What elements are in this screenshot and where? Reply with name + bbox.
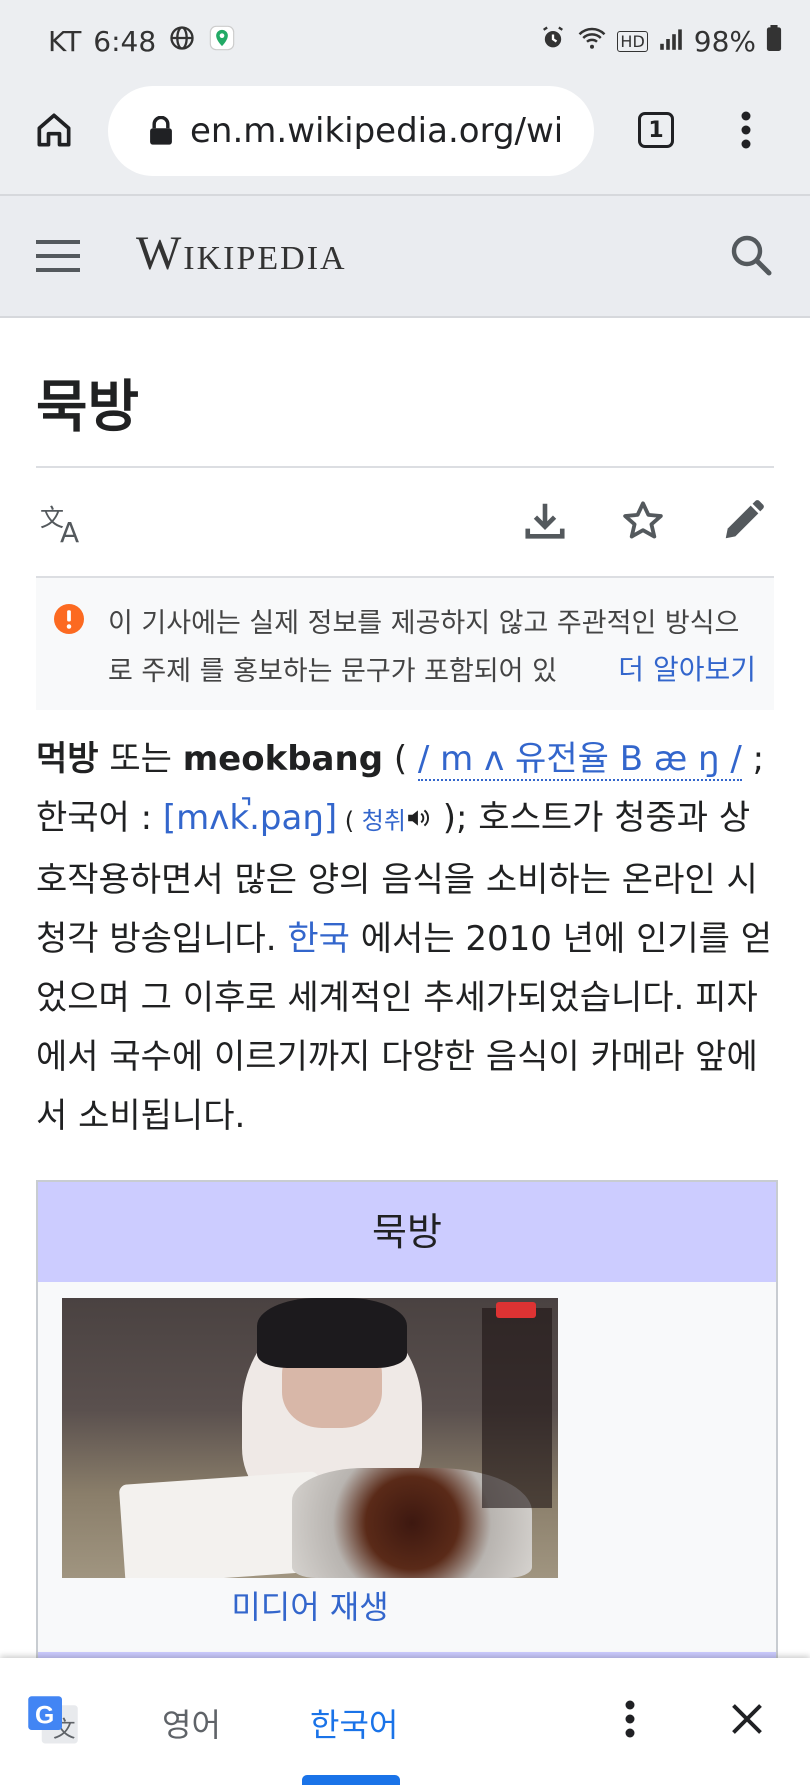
- watch-star-button[interactable]: [618, 496, 668, 546]
- search-button[interactable]: [724, 228, 778, 282]
- close-icon: [732, 1704, 762, 1734]
- map-pin-app-icon: [208, 24, 236, 59]
- battery-icon: [766, 25, 782, 58]
- play-media-link[interactable]: 미디어 재생: [38, 1582, 558, 1628]
- mukbang-video-thumbnail[interactable]: [62, 1298, 558, 1578]
- text-run: (: [337, 807, 362, 835]
- svg-text:A: A: [60, 516, 79, 546]
- chat-overlay: [482, 1308, 552, 1508]
- selected-tab-indicator: [302, 1775, 400, 1785]
- translate-icon: 文A: [40, 504, 79, 546]
- lead-paragraph: 먹방 또는 meokbang ( / m ʌ 유전율 B æ ŋ / ; 한국어…: [36, 730, 776, 1146]
- battery-label: 98%: [693, 25, 756, 58]
- google-translate-icon: 文G: [26, 1694, 80, 1752]
- lock-icon: [148, 116, 174, 146]
- status-right: HD 98%: [539, 24, 782, 59]
- status-left: KT 6:48: [48, 24, 236, 59]
- edit-button[interactable]: [718, 496, 768, 546]
- speaker-icon[interactable]: [406, 798, 432, 838]
- url-text: en.m.wikipedia.org/wiki/Mukbang: [190, 111, 560, 151]
- search-icon: [731, 235, 772, 276]
- issue-notice[interactable]: 이 기사에는 실제 정보를 제공하지 않고 주관적인 방식으로 주제 를 홍보하…: [36, 578, 774, 710]
- clock: 6:48: [93, 25, 157, 58]
- wiki-header: Wikipedia: [0, 194, 810, 318]
- language-button[interactable]: 文A: [40, 500, 90, 548]
- close-translate-button[interactable]: [724, 1696, 770, 1742]
- tab-count-icon: 1: [638, 112, 674, 148]
- tab-count: 1: [648, 117, 664, 143]
- pencil-icon: [725, 500, 764, 539]
- address-bar[interactable]: en.m.wikipedia.org/wiki/Mukbang: [108, 86, 594, 176]
- text-run: (: [383, 739, 418, 779]
- learn-more-link[interactable]: 더 알아보기: [582, 648, 756, 688]
- home-button[interactable]: [28, 104, 80, 156]
- more-vert-icon: [741, 111, 751, 149]
- star-icon: [623, 501, 663, 539]
- infobox-title: 묵방: [38, 1182, 776, 1282]
- source-language-tab[interactable]: 영어: [162, 1700, 221, 1746]
- home-icon: [37, 113, 71, 147]
- bold-term-korean: 먹방: [36, 739, 99, 779]
- translate-bar: 文G 영어 한국어: [0, 1658, 810, 1785]
- target-language-tab[interactable]: 한국어: [310, 1700, 398, 1746]
- hamburger-menu-icon: [36, 240, 80, 272]
- svg-text:G: G: [35, 1702, 54, 1729]
- ipa-korean-link[interactable]: [mʌk̚.paŋ]: [163, 798, 337, 838]
- wikipedia-logo[interactable]: Wikipedia: [136, 226, 347, 281]
- main-menu-button[interactable]: [34, 232, 82, 280]
- wifi-icon: [577, 25, 607, 58]
- text-run: 또는: [98, 739, 183, 779]
- globe-icon: [168, 24, 196, 59]
- tab-switcher-button[interactable]: 1: [632, 106, 680, 154]
- listen-link[interactable]: 청취: [362, 807, 406, 835]
- ipa-english-link[interactable]: / m ʌ 유전율 B æ ŋ /: [417, 739, 742, 781]
- browser-menu-button[interactable]: [726, 106, 766, 154]
- live-badge: [496, 1302, 536, 1318]
- page-title: 묵방: [36, 375, 140, 440]
- browser-toolbar: en.m.wikipedia.org/wiki/Mukbang 1: [0, 82, 810, 194]
- divider: [36, 466, 774, 468]
- status-bar: KT 6:48 HD 98%: [0, 0, 810, 82]
- download-icon: [525, 503, 565, 539]
- translate-options-button[interactable]: [610, 1694, 650, 1744]
- warning-icon: [54, 604, 84, 638]
- signal-icon: [658, 25, 684, 58]
- more-vert-icon: [625, 1700, 635, 1738]
- carrier-label: KT: [48, 25, 82, 58]
- bold-term-romanized: meokbang: [182, 739, 384, 779]
- person-hair: [257, 1298, 407, 1368]
- download-button[interactable]: [520, 496, 570, 546]
- hd-badge: HD: [617, 31, 648, 52]
- alarm-icon: [539, 24, 567, 59]
- korea-link[interactable]: 한국: [287, 919, 350, 959]
